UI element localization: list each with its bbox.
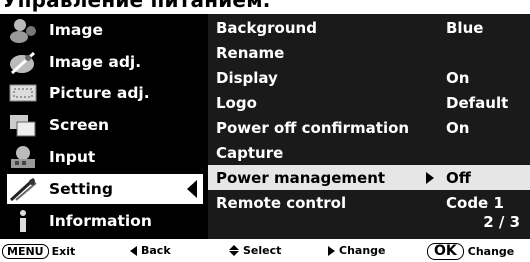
exit-label: Exit (51, 245, 76, 258)
setting-value: Blue (446, 18, 484, 37)
menu-item-information[interactable]: Information (7, 206, 203, 236)
menu-item-input[interactable]: Input (7, 142, 203, 172)
back-hint: Back (130, 244, 171, 257)
setting-row-logo[interactable]: Logo Default (208, 90, 530, 115)
setting-row-rename[interactable]: Rename (208, 40, 530, 65)
menu-label: Information (49, 212, 152, 230)
menu-exit-hint: MENU Exit (2, 244, 75, 259)
select-label: Select (243, 244, 282, 257)
menu-item-setting[interactable]: Setting (7, 174, 203, 204)
ok-change-label: Change (467, 245, 515, 258)
image-icon (7, 16, 39, 44)
setting-label: Background (216, 18, 317, 37)
select-hint: Select (229, 244, 281, 257)
menu-item-image-adj[interactable]: Image adj. (7, 47, 203, 77)
setting-label: Power off confirmation (216, 118, 410, 137)
menu-label: Screen (49, 116, 110, 134)
setting-row-remote-control[interactable]: Remote control Code 1 (208, 190, 530, 215)
menu-label: Setting (49, 180, 113, 198)
menu-label: Picture adj. (49, 84, 150, 102)
setting-label: Rename (216, 43, 285, 62)
setting-row-display[interactable]: Display On (208, 65, 530, 90)
setting-icon (7, 175, 39, 203)
right-arrow-icon (328, 245, 335, 256)
setting-value: On (446, 68, 470, 87)
key-guide-bar: MENU Exit Back Select Change OK Change (0, 243, 530, 262)
setting-value: Off (446, 168, 471, 187)
screen-icon (7, 111, 39, 139)
information-icon (7, 207, 39, 235)
setting-row-capture[interactable]: Capture (208, 140, 530, 165)
menu-item-image[interactable]: Image (7, 15, 203, 45)
menu-key: MENU (2, 244, 49, 259)
setting-label: Capture (216, 143, 284, 162)
setting-value: Default (446, 93, 509, 112)
ok-key: OK (427, 243, 464, 260)
menu-item-picture-adj[interactable]: Picture adj. (7, 78, 203, 108)
change-label: Change (339, 244, 386, 257)
setting-label: Logo (216, 93, 257, 112)
setting-label: Display (216, 68, 278, 87)
setting-row-power-management[interactable]: Power management Off (208, 165, 530, 190)
setting-row-power-off-confirmation[interactable]: Power off confirmation On (208, 115, 530, 140)
setting-label: Power management (216, 168, 386, 187)
menu-label: Input (49, 148, 96, 166)
setting-value: On (446, 118, 470, 137)
menu-item-screen[interactable]: Screen (7, 110, 203, 140)
change-arrow-icon (426, 172, 434, 184)
projector-osd-menu: Image Image adj. Picture adj. Screen Inp… (0, 14, 530, 239)
menu-label: Image (49, 21, 103, 39)
selected-arrow-icon (187, 180, 197, 198)
change-hint: Change (328, 244, 386, 257)
image-adjust-icon (7, 48, 39, 76)
setting-submenu: Background Blue Rename Display On Logo D… (208, 14, 530, 239)
input-icon (7, 143, 39, 171)
page-indicator: 2 / 3 (483, 213, 520, 231)
ok-change-hint: OK Change (427, 243, 514, 260)
menu-label: Image adj. (49, 53, 142, 71)
setting-value: Code 1 (446, 193, 504, 212)
setting-label: Remote control (216, 193, 347, 212)
back-label: Back (141, 244, 171, 257)
main-menu: Image Image adj. Picture adj. Screen Inp… (0, 14, 205, 239)
picture-adjust-icon (7, 79, 39, 107)
left-arrow-icon (130, 245, 137, 256)
page-heading: Управление питанием. (2, 0, 271, 12)
setting-row-background[interactable]: Background Blue (208, 15, 530, 40)
up-down-arrow-icon (229, 245, 239, 256)
